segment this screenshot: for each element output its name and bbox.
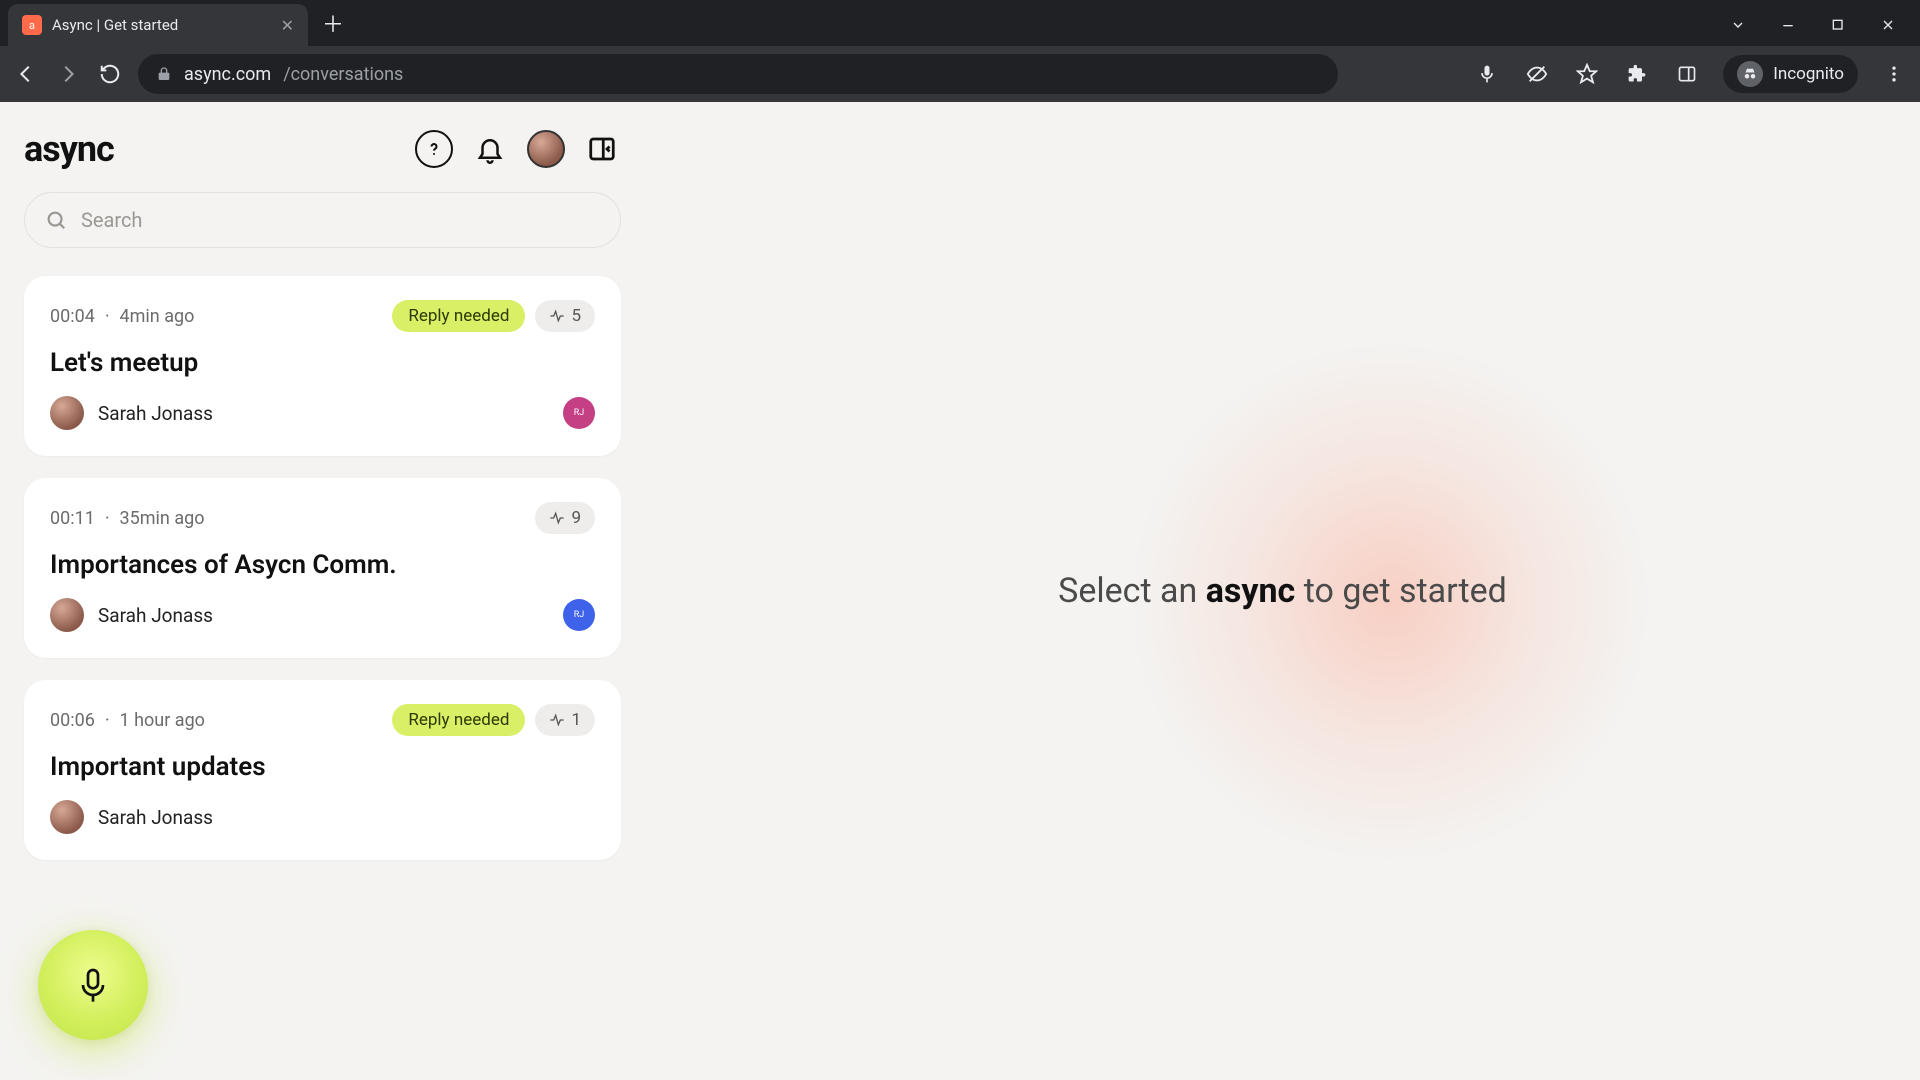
profile-avatar[interactable] xyxy=(527,130,565,168)
conversation-card[interactable]: 00:11·35min ago9Importances of Asycn Com… xyxy=(24,478,621,658)
activity-count: 5 xyxy=(571,306,581,326)
conversation-card[interactable]: 00:04·4min agoReply needed5Let's meetupS… xyxy=(24,276,621,456)
author-name: Sarah Jonass xyxy=(98,806,213,829)
conversation-title: Importances of Asycn Comm. xyxy=(50,550,595,580)
back-button[interactable] xyxy=(12,60,40,88)
pulse-icon xyxy=(549,712,565,728)
conversation-list: 00:04·4min agoReply needed5Let's meetupS… xyxy=(24,276,621,860)
lock-icon xyxy=(156,66,172,82)
item-age: 4min ago xyxy=(120,306,195,327)
search-input[interactable] xyxy=(81,208,600,232)
window-controls xyxy=(1730,4,1920,46)
microphone-icon xyxy=(73,965,113,1005)
panel-collapse-icon xyxy=(587,134,617,164)
reply-needed-badge: Reply needed xyxy=(392,704,525,736)
activity-count-badge: 5 xyxy=(535,300,595,332)
main-pane: Select an async to get started xyxy=(645,102,1920,1080)
conversation-title: Important updates xyxy=(50,752,595,782)
incognito-chip[interactable]: Incognito xyxy=(1723,55,1858,93)
participant-dot: RJ xyxy=(563,397,595,429)
close-window-button[interactable] xyxy=(1880,17,1896,33)
activity-count: 9 xyxy=(571,508,581,528)
bell-icon xyxy=(475,134,505,164)
app-logo[interactable]: async xyxy=(24,128,114,170)
extensions-icon[interactable] xyxy=(1623,60,1651,88)
conversation-card[interactable]: 00:06·1 hour agoReply needed1Important u… xyxy=(24,680,621,860)
minimize-button[interactable] xyxy=(1780,17,1796,33)
reload-button[interactable] xyxy=(96,60,124,88)
url-path: /conversations xyxy=(283,64,403,85)
new-tab-button[interactable]: ＋ xyxy=(308,7,358,39)
url-host: async.com xyxy=(184,64,271,85)
browser-chrome: a Async | Get started ✕ ＋ async.com/conv… xyxy=(0,0,1920,102)
browser-tab[interactable]: a Async | Get started ✕ xyxy=(8,4,308,46)
empty-suffix: to get started xyxy=(1295,571,1507,611)
activity-count: 1 xyxy=(571,710,581,730)
eye-off-icon[interactable] xyxy=(1523,60,1551,88)
browser-toolbar: async.com/conversations Incognito xyxy=(0,46,1920,102)
author-name: Sarah Jonass xyxy=(98,402,213,425)
voice-search-icon[interactable] xyxy=(1473,60,1501,88)
pulse-icon xyxy=(549,308,565,324)
tab-search-button[interactable] xyxy=(1730,17,1746,33)
pulse-icon xyxy=(549,510,565,526)
search-field[interactable] xyxy=(24,192,621,248)
help-button[interactable] xyxy=(415,130,453,168)
reply-needed-badge: Reply needed xyxy=(392,300,525,332)
empty-bold: async xyxy=(1206,571,1296,611)
sidebar-header: async xyxy=(24,120,621,178)
author-avatar xyxy=(50,800,84,834)
side-panel-icon[interactable] xyxy=(1673,60,1701,88)
conversation-title: Let's meetup xyxy=(50,348,595,378)
tab-strip: a Async | Get started ✕ ＋ xyxy=(0,0,1920,46)
empty-state-message: Select an async to get started xyxy=(1058,571,1507,611)
item-age: 1 hour ago xyxy=(120,710,205,731)
author-avatar xyxy=(50,598,84,632)
activity-count-badge: 9 xyxy=(535,502,595,534)
participant-dot: RJ xyxy=(563,599,595,631)
incognito-label: Incognito xyxy=(1773,64,1844,84)
tab-title: Async | Get started xyxy=(52,16,178,34)
activity-count-badge: 1 xyxy=(535,704,595,736)
search-icon xyxy=(45,209,67,231)
maximize-button[interactable] xyxy=(1830,17,1846,33)
item-duration: 00:06 xyxy=(50,710,95,731)
kebab-menu-icon[interactable] xyxy=(1880,60,1908,88)
item-duration: 00:04 xyxy=(50,306,95,327)
item-duration: 00:11 xyxy=(50,508,95,529)
address-bar[interactable]: async.com/conversations xyxy=(138,54,1338,94)
close-tab-button[interactable]: ✕ xyxy=(281,16,294,35)
incognito-icon xyxy=(1737,61,1763,87)
record-fab[interactable] xyxy=(38,930,148,1040)
bookmark-star-icon[interactable] xyxy=(1573,60,1601,88)
author-name: Sarah Jonass xyxy=(98,604,213,627)
collapse-panel-button[interactable] xyxy=(583,130,621,168)
question-icon xyxy=(424,139,444,159)
notifications-button[interactable] xyxy=(471,130,509,168)
forward-button[interactable] xyxy=(54,60,82,88)
empty-prefix: Select an xyxy=(1058,571,1206,611)
item-age: 35min ago xyxy=(120,508,205,529)
favicon-icon: a xyxy=(22,15,42,35)
app-viewport: async 00:04·4min agoReply needed5Let's m… xyxy=(0,102,1920,1080)
author-avatar xyxy=(50,396,84,430)
